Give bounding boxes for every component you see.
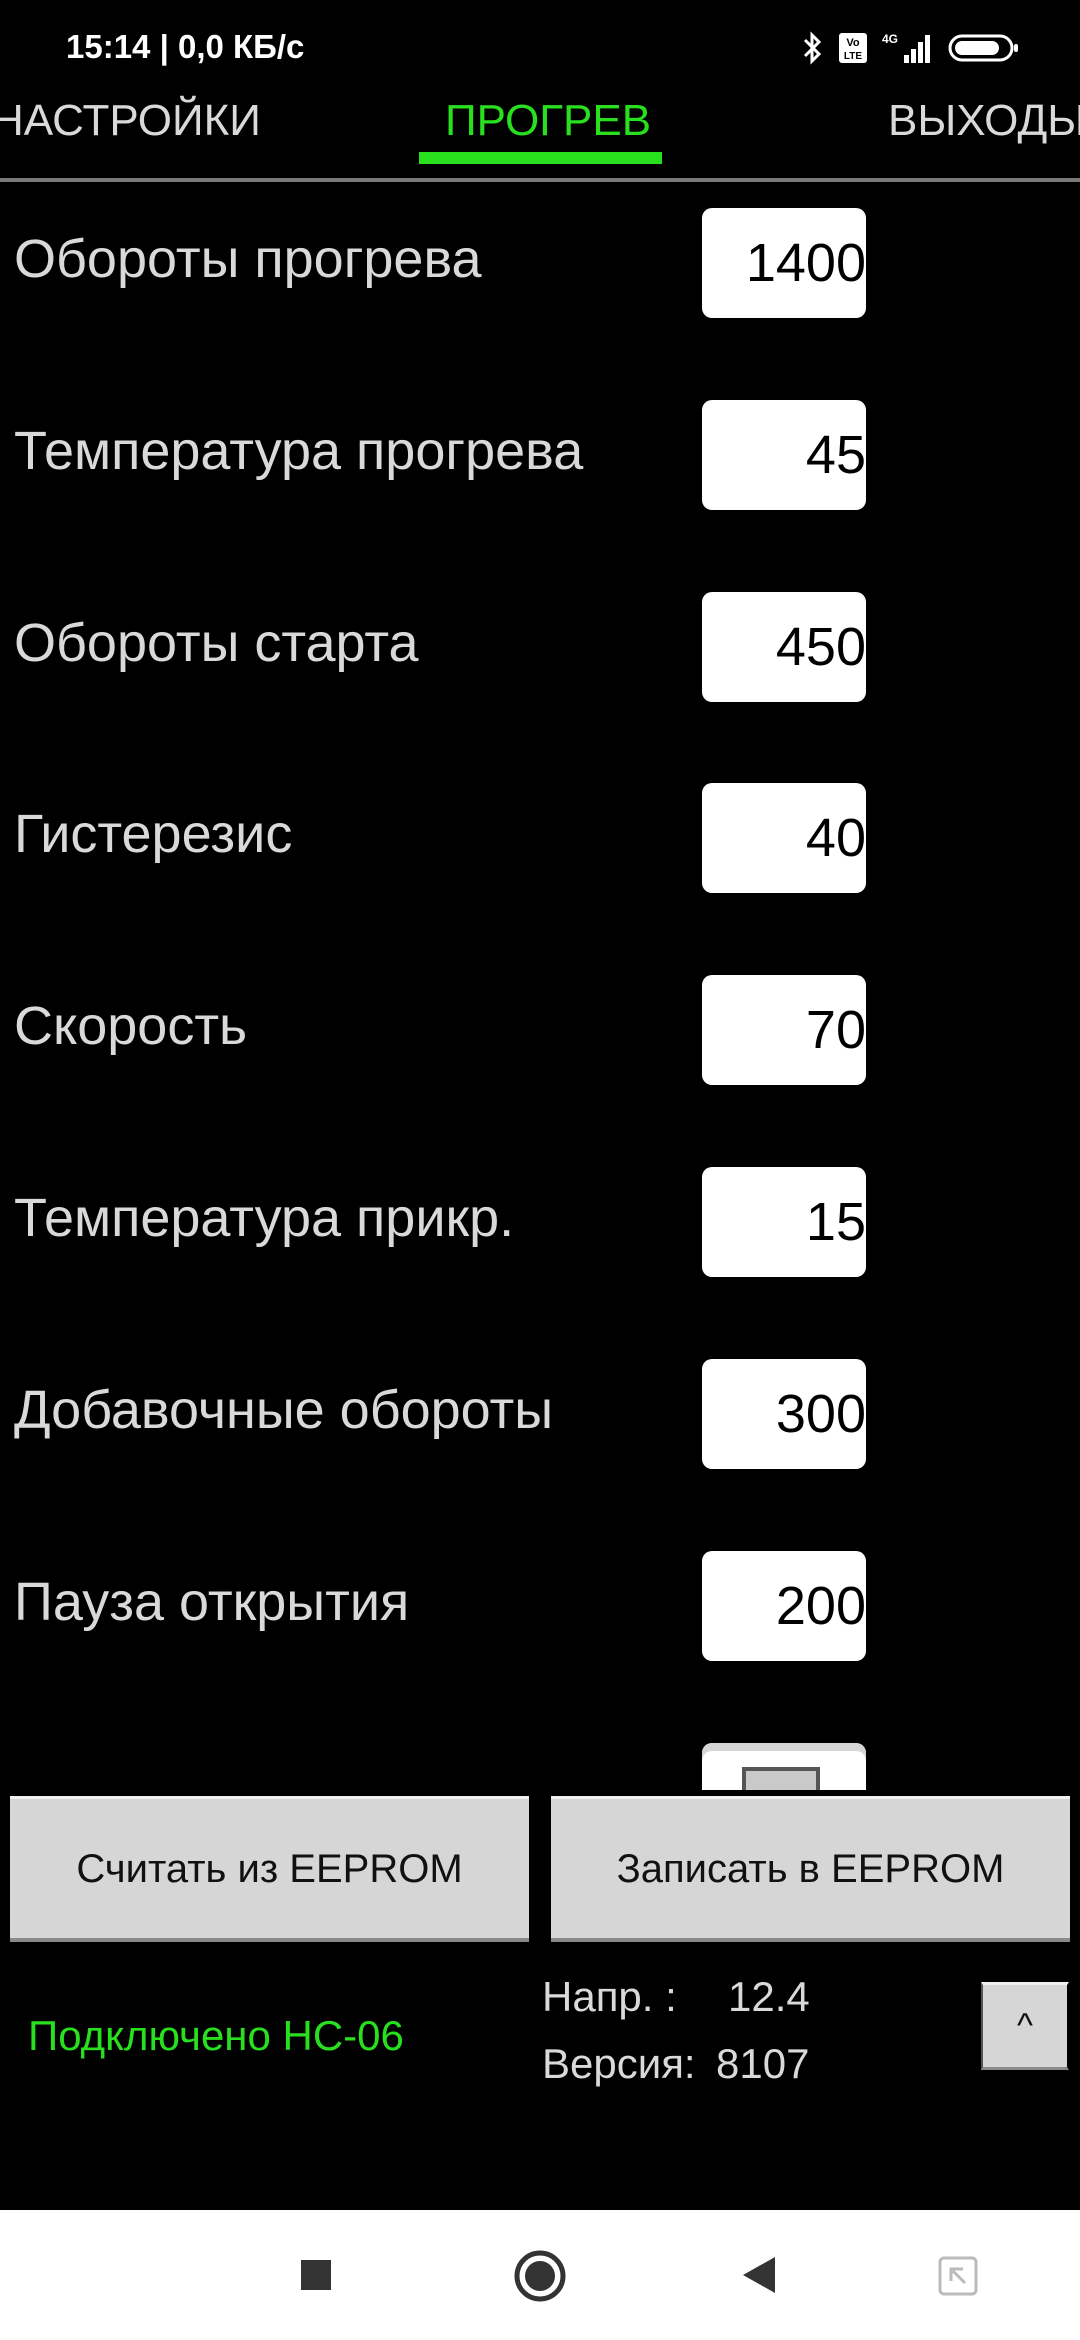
battery-icon [948,33,1020,63]
text-select-handle-icon [742,1767,820,1790]
param-label: Обороты старта [14,613,419,673]
bluetooth-icon [802,31,824,65]
voltage-label: Напр. : [542,1973,677,2020]
svg-text:4G: 4G [882,32,898,46]
param-label: Добавочные обороты [14,1380,554,1440]
param-row-extra-rpm: Добавочные обороты [0,1359,1080,1469]
screenshot-expand-icon[interactable] [937,2255,979,2302]
tab-settings[interactable]: НАСТРОЙКИ [0,96,261,180]
param-row-warmup-rpm: Обороты прогрева [0,208,1080,318]
version-label: Версия: [542,2040,696,2087]
close-temp-input[interactable] [702,1167,866,1277]
svg-text:LTE: LTE [844,51,862,62]
param-row-warmup-temp: Температура прогрева [0,400,1080,510]
parameter-list[interactable]: Обороты прогрева Температура прогрева Об… [0,182,1080,1790]
param-label: Скорость [14,996,248,1056]
active-tab-indicator [419,152,662,164]
hysteresis-input[interactable] [702,783,866,893]
warmup-rpm-input[interactable] [702,208,866,318]
speed-input[interactable] [702,975,866,1085]
param-row-start-rpm: Обороты старта [0,592,1080,702]
signal-4g-icon: 4G [882,31,934,65]
param-label: Обороты прогрева [14,229,482,289]
scroll-up-button[interactable]: ^ [981,1982,1069,2070]
write-eeprom-button[interactable]: Записать в EEPROM [551,1796,1070,1942]
system-nav-bar [0,2210,1080,2340]
status-time-speed: 15:14 | 0,0 КБ/с [66,28,305,65]
warmup-temp-input[interactable] [702,400,866,510]
status-bar: 15:14 | 0,0 КБ/с Vo LTE 4G [0,0,1080,90]
tab-warmup[interactable]: ПРОГРЕВ [445,96,651,180]
extra-rpm-input[interactable] [702,1359,866,1469]
param-row-speed: Скорость [0,975,1080,1085]
param-label: Пауза открытия [14,1572,410,1632]
param-row-hysteresis: Гистерезис [0,783,1080,893]
recents-square-icon[interactable] [299,2258,333,2297]
status-icons: Vo LTE 4G [802,28,1020,68]
param-label: Температура прикр. [14,1188,515,1248]
param-row-close-temp: Температура прикр. [0,1167,1080,1277]
read-eeprom-button[interactable]: Считать из EEPROM [10,1796,529,1942]
param-row-open-pause: Пауза открытия [0,1551,1080,1661]
tab-bar: НАСТРОЙКИ ПРОГРЕВ ВЫХОДЫ [0,90,1080,180]
svg-text:Vo: Vo [846,37,860,49]
start-rpm-input[interactable] [702,592,866,702]
open-pause-input[interactable] [702,1551,866,1661]
back-triangle-icon[interactable] [741,2255,777,2300]
param-label: Температура прогрева [14,421,584,481]
connection-status: Подключено HC-06 [28,2012,404,2059]
voltage-value: 12.4 [728,1973,810,2020]
param-label: Гистерезис [14,804,293,864]
version-value: 8107 [716,2040,810,2087]
tab-outputs[interactable]: ВЫХОДЫ [888,96,1080,180]
home-circle-icon[interactable] [513,2249,567,2308]
volte-icon: Vo LTE [838,32,868,64]
